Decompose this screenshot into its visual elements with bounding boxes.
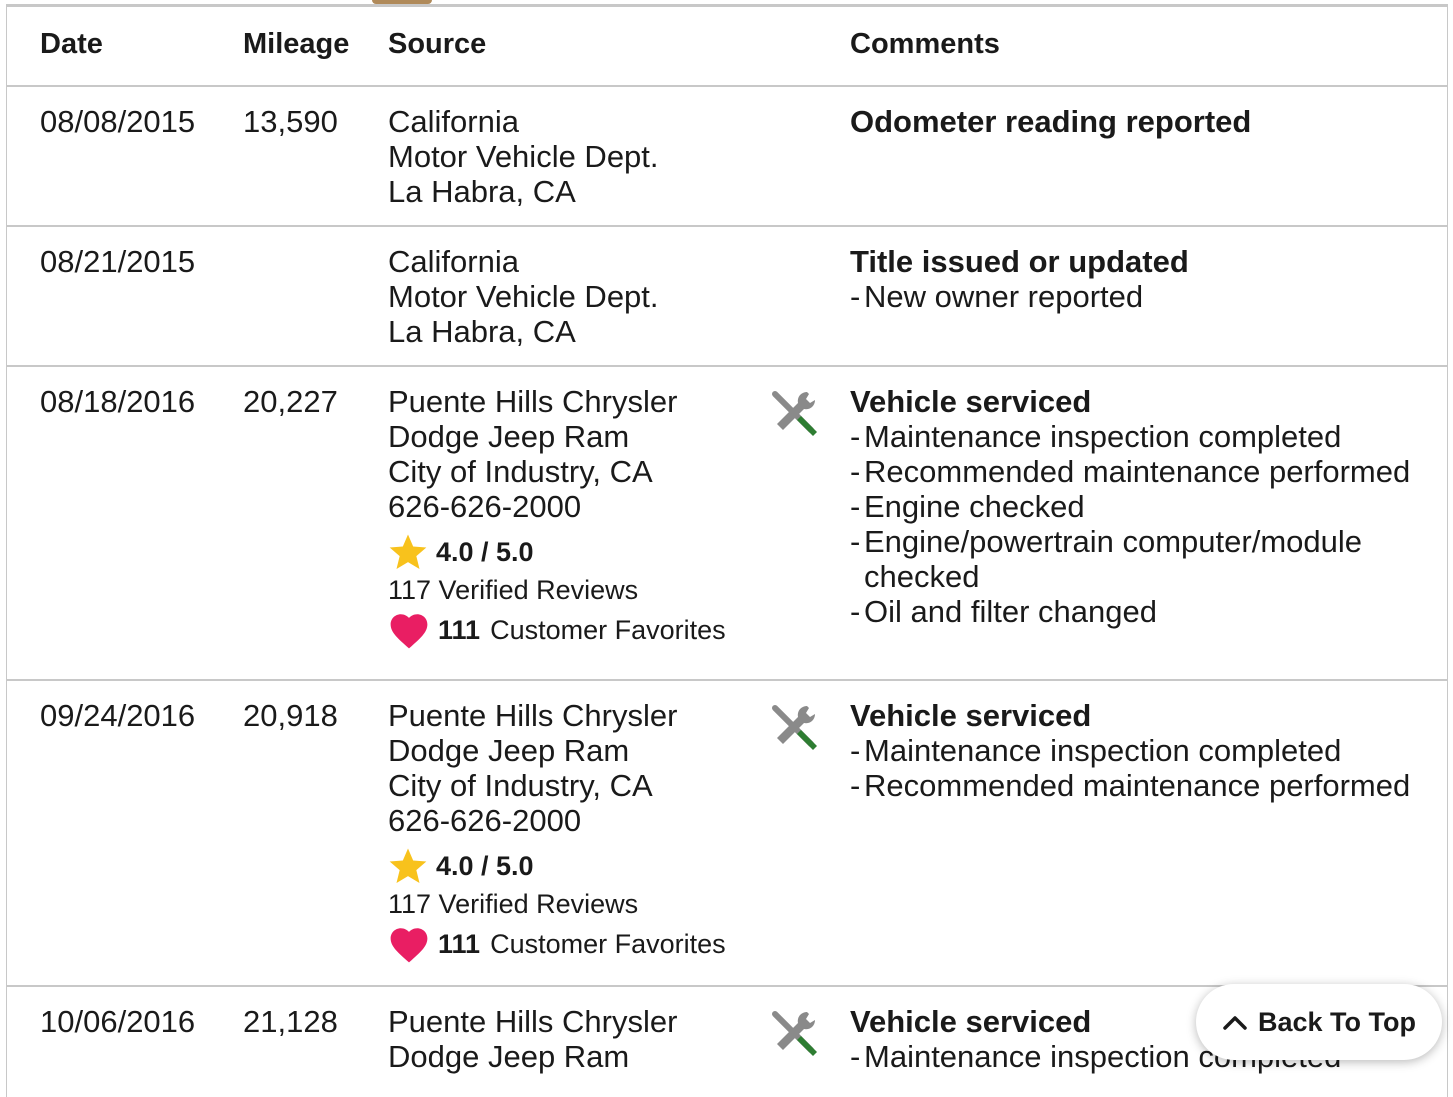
row-mileage: 20,918 bbox=[243, 698, 338, 733]
comment-title: Odometer reading reported bbox=[850, 104, 1252, 139]
source-line: Dodge Jeep Ram bbox=[388, 419, 630, 454]
comment-item: - Recommended maintenance performed bbox=[850, 768, 1411, 803]
source-line: California bbox=[388, 244, 519, 279]
back-to-top-button[interactable]: Back To Top bbox=[1196, 984, 1442, 1060]
rating-score: 4.0 / 5.0 bbox=[436, 536, 534, 567]
dealer-name-link[interactable]: Puente Hills Chrysler bbox=[388, 1004, 768, 1039]
row-comments: Vehicle serviced - Maintenance inspection… bbox=[850, 384, 1430, 629]
source-line: Motor Vehicle Dept. bbox=[388, 279, 659, 314]
table-row: 08/18/2016 20,227 Puente Hills Chrysler … bbox=[7, 367, 1447, 681]
table-header: Date Mileage Source Comments bbox=[7, 7, 1447, 87]
favorites-count: 111 bbox=[438, 614, 481, 645]
row-date: 08/08/2015 bbox=[40, 104, 196, 139]
verified-reviews-link[interactable]: 117 Verified Reviews bbox=[388, 572, 768, 608]
history-table: Date Mileage Source Comments 08/08/2015 … bbox=[6, 4, 1448, 1097]
source-line: Dodge Jeep Ram bbox=[388, 733, 630, 768]
row-date: 10/06/2016 bbox=[40, 1004, 196, 1039]
source-line: City of Industry, CA bbox=[388, 454, 653, 489]
star-icon bbox=[389, 534, 427, 569]
comment-item: - Oil and filter changed bbox=[850, 594, 1157, 629]
comment-item: - Recommended maintenance performed bbox=[850, 454, 1411, 489]
header-date: Date bbox=[40, 28, 103, 60]
dealer-rating[interactable]: 4.0 / 5.0 bbox=[388, 532, 768, 572]
row-source: Puente Hills Chrysler Dodge Jeep Ram bbox=[388, 1004, 768, 1074]
table-row: 08/08/2015 13,590 California Motor Vehic… bbox=[7, 87, 1447, 227]
source-line: City of Industry, CA bbox=[388, 768, 653, 803]
dealer-name-link[interactable]: Puente Hills Chrysler bbox=[388, 698, 768, 733]
row-comments: Title issued or updated - New owner repor… bbox=[850, 244, 1430, 314]
dealer-phone[interactable]: 626-626-2000 bbox=[388, 803, 768, 838]
source-line: La Habra, CA bbox=[388, 174, 576, 209]
comment-item: - Maintenance inspection completed bbox=[850, 733, 1342, 768]
table-row: 09/24/2016 20,918 Puente Hills Chrysler … bbox=[7, 681, 1447, 987]
favorites-label: Customer Favorites bbox=[490, 614, 726, 645]
row-mileage: 21,128 bbox=[243, 1004, 338, 1039]
comment-item: - New owner reported bbox=[850, 279, 1144, 314]
row-source: California Motor Vehicle Dept. La Habra,… bbox=[388, 244, 768, 349]
dealer-phone[interactable]: 626-626-2000 bbox=[388, 489, 768, 524]
source-line: La Habra, CA bbox=[388, 314, 576, 349]
row-mileage: 20,227 bbox=[243, 384, 338, 419]
row-source: Puente Hills Chrysler Dodge Jeep Ram Cit… bbox=[388, 384, 768, 652]
row-date: 09/24/2016 bbox=[40, 698, 196, 733]
source-line: California bbox=[388, 104, 519, 139]
row-date: 08/21/2015 bbox=[40, 244, 196, 279]
chevron-up-icon bbox=[1223, 1016, 1247, 1030]
dealer-name-link[interactable]: Puente Hills Chrysler bbox=[388, 384, 768, 419]
favorites-count: 111 bbox=[438, 928, 481, 959]
comment-title: Title issued or updated bbox=[850, 244, 1189, 279]
comment-title: Vehicle serviced bbox=[850, 384, 1092, 419]
comment-title: Vehicle serviced bbox=[850, 698, 1092, 733]
star-icon bbox=[389, 848, 427, 883]
row-mileage: 13,590 bbox=[243, 104, 338, 139]
service-tools-icon bbox=[767, 700, 823, 763]
dealer-rating[interactable]: 4.0 / 5.0 bbox=[388, 846, 768, 886]
back-to-top-label: Back To Top bbox=[1257, 1006, 1416, 1037]
row-source: California Motor Vehicle Dept. La Habra,… bbox=[388, 104, 768, 209]
heart-icon bbox=[390, 928, 428, 963]
row-comments: Odometer reading reported bbox=[850, 104, 1430, 139]
header-comments: Comments bbox=[850, 28, 1000, 60]
comment-item: - Engine/powertrain computer/module check… bbox=[850, 524, 1362, 594]
row-source: Puente Hills Chrysler Dodge Jeep Ram Cit… bbox=[388, 698, 768, 966]
source-line: Motor Vehicle Dept. bbox=[388, 139, 659, 174]
comment-item: - Maintenance inspection completed bbox=[850, 419, 1342, 454]
service-tools-icon bbox=[767, 386, 823, 449]
heart-icon bbox=[390, 614, 428, 649]
header-source: Source bbox=[388, 28, 487, 60]
source-line: Dodge Jeep Ram bbox=[388, 1039, 630, 1074]
service-tools-icon bbox=[767, 1006, 823, 1069]
verified-reviews-link[interactable]: 117 Verified Reviews bbox=[388, 886, 768, 922]
rating-score: 4.0 / 5.0 bbox=[436, 850, 534, 881]
row-comments: Vehicle serviced - Maintenance inspection… bbox=[850, 698, 1430, 803]
table-row: 08/21/2015 California Motor Vehicle Dept… bbox=[7, 227, 1447, 367]
customer-favorites: 111 Customer Favorites bbox=[388, 922, 768, 966]
customer-favorites: 111 Customer Favorites bbox=[388, 608, 768, 652]
row-date: 08/18/2016 bbox=[40, 384, 196, 419]
comment-item: - Engine checked bbox=[850, 489, 1085, 524]
favorites-label: Customer Favorites bbox=[490, 928, 726, 959]
header-mileage: Mileage bbox=[243, 28, 350, 60]
